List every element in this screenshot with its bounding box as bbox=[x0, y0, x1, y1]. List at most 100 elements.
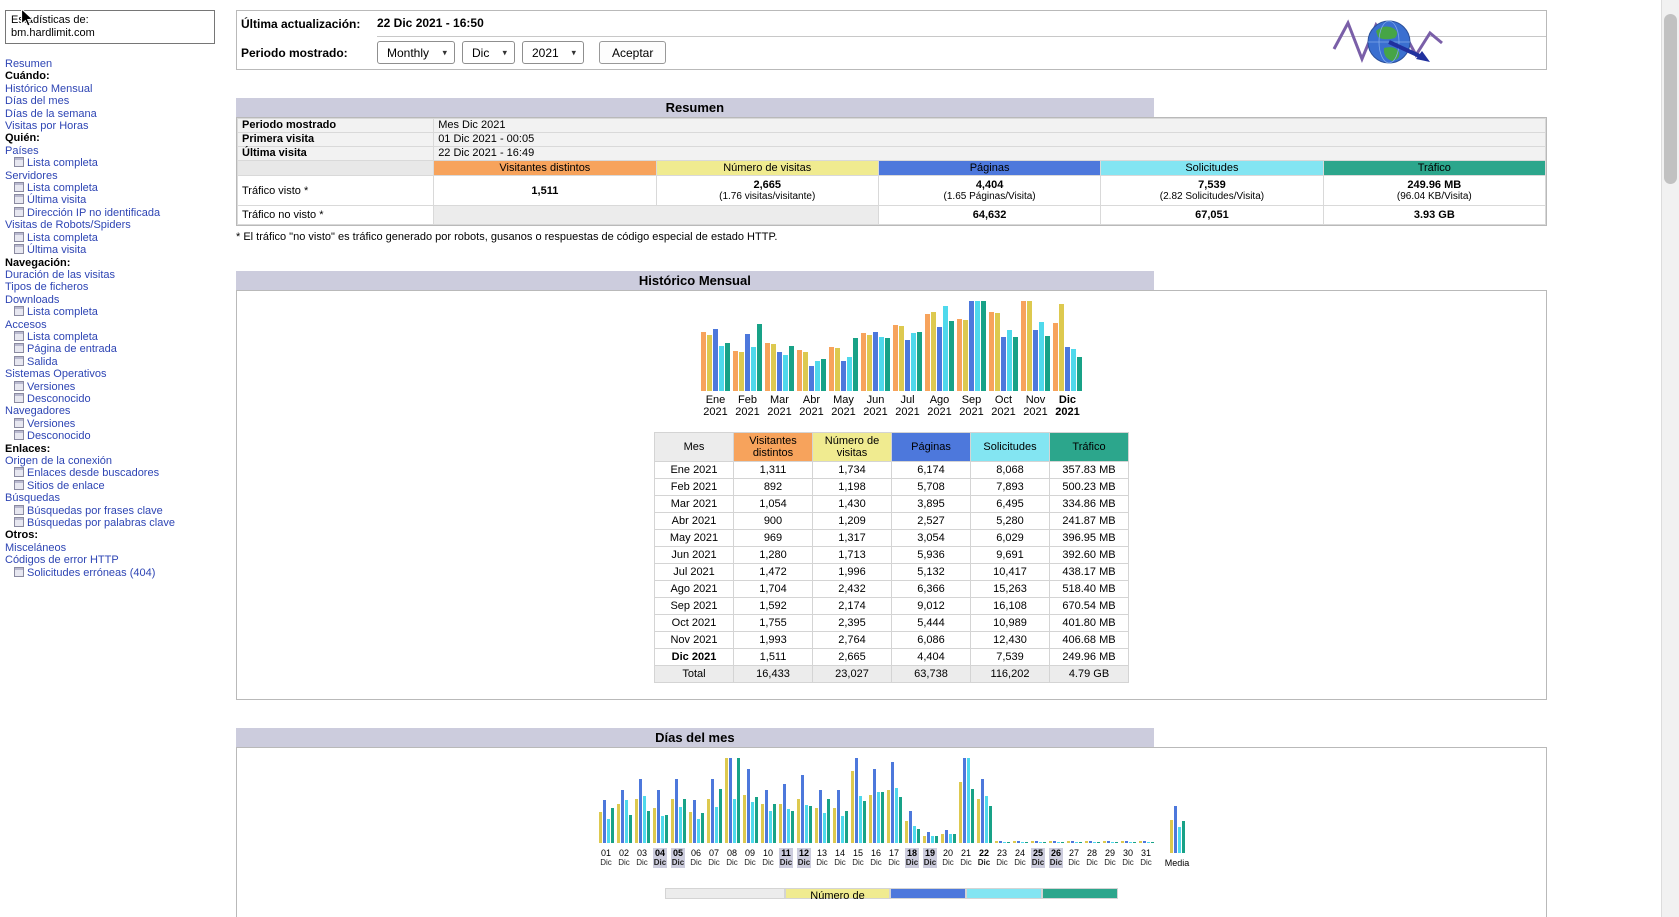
sidebar-item-visitas-por-horas-5[interactable]: Visitas por Horas bbox=[5, 120, 89, 132]
table-icon bbox=[14, 479, 24, 490]
sidebar-item-paises-7[interactable]: Países bbox=[5, 145, 39, 157]
bar-paginas bbox=[746, 769, 750, 843]
sidebar-item-resumen-0[interactable]: Resumen bbox=[5, 58, 52, 70]
sidebar-item-solicitudes-erroneas-404-41[interactable]: Solicitudes erróneas (404) bbox=[27, 567, 155, 579]
sidebar-item-origen-de-la-conexion-32[interactable]: Origen de la conexión bbox=[5, 455, 112, 467]
bar-numero-de-visitas bbox=[1030, 841, 1034, 843]
sidebar-item-sitios-de-enlace-34[interactable]: Sitios de enlace bbox=[27, 480, 105, 492]
sidebar-item-dias-de-la-semana-4[interactable]: Días de la semana bbox=[5, 108, 97, 120]
page-layout: Estadísticas de: bm.hardlimit.com Resume… bbox=[0, 0, 1679, 917]
not-viewed-traffic-label: Tráfico no visto * bbox=[236, 205, 435, 225]
bar-paginas bbox=[777, 352, 782, 391]
sidebar-item-desconocido-27[interactable]: Desconocido bbox=[27, 393, 91, 405]
month-label: Jun 2021 bbox=[863, 394, 888, 418]
summary-info-value: Mes Dic 2021 bbox=[433, 118, 1546, 133]
days-table-header-cell bbox=[890, 888, 966, 899]
days-section-title: Días del mes bbox=[236, 728, 1154, 747]
sidebar-item-tipos-de-ficheros-18[interactable]: Tipos de ficheros bbox=[5, 281, 88, 293]
summary-info-value: 01 Dic 2021 - 00:05 bbox=[433, 132, 1546, 147]
month-cell: Mar 2021 bbox=[654, 495, 734, 513]
scrollbar-thumb[interactable] bbox=[1664, 14, 1677, 184]
sidebar-item-miscelaneos-39[interactable]: Misceláneos bbox=[5, 542, 66, 554]
bar-paginas bbox=[1070, 841, 1074, 843]
sidebar-item-lista-completa-8[interactable]: Lista completa bbox=[27, 157, 98, 169]
sidebar: Estadísticas de: bm.hardlimit.com Resume… bbox=[0, 0, 228, 917]
bar-solicitudes bbox=[1038, 842, 1042, 843]
chart-group-14: 14 Dic bbox=[832, 758, 848, 868]
period-type-select[interactable]: Monthly bbox=[377, 41, 455, 64]
bar-numero-de-visitas bbox=[1066, 841, 1070, 843]
day-label: 26 Dic bbox=[1048, 848, 1064, 868]
monthly-data-row: Dic 2021 1,511 2,665 4,404 7,539 249.96 MB bbox=[654, 648, 1129, 666]
bar-solicitudes bbox=[894, 788, 898, 843]
bar-paginas bbox=[1124, 841, 1128, 843]
value-cell: 1,511 bbox=[733, 648, 813, 666]
sidebar-item-duracion-de-las-visitas-17[interactable]: Duración de las visitas bbox=[5, 269, 115, 281]
bar-solicitudes bbox=[858, 796, 862, 843]
sidebar-item-versiones-29[interactable]: Versiones bbox=[27, 418, 75, 430]
day-label: 06 Dic bbox=[690, 848, 702, 867]
sidebar-item-salida-24[interactable]: Salida bbox=[27, 356, 58, 368]
sidebar-item-desconocido-30[interactable]: Desconocido bbox=[27, 430, 91, 442]
value-cell: 15,263 bbox=[970, 580, 1050, 598]
value-cell: 5,444 bbox=[891, 614, 971, 632]
bar-solicitudes bbox=[1002, 842, 1006, 843]
sidebar-header-cuando: Cuándo: bbox=[5, 70, 50, 83]
bar-numero-de-visitas bbox=[803, 352, 808, 391]
value-cell: 16,108 bbox=[970, 597, 1050, 615]
sidebar-item-versiones-26[interactable]: Versiones bbox=[27, 381, 75, 393]
sidebar-header-otros: Otros: bbox=[5, 529, 38, 542]
bar-trafico bbox=[664, 815, 668, 843]
chart-group-01: 01 Dic bbox=[598, 758, 614, 868]
sidebar-item-lista-completa-20[interactable]: Lista completa bbox=[27, 306, 98, 318]
sidebar-item-lista-completa-14[interactable]: Lista completa bbox=[27, 232, 98, 244]
sidebar-item-sistemas-operativos-25[interactable]: Sistemas Operativos bbox=[5, 368, 106, 380]
sidebar-item-accesos-21[interactable]: Accesos bbox=[5, 319, 47, 331]
bar-paginas bbox=[969, 301, 974, 391]
bar-trafico-mb bbox=[1013, 337, 1018, 391]
bar-paginas bbox=[745, 334, 750, 391]
bar-trafico bbox=[700, 813, 704, 843]
sidebar-item-historico-mensual-2[interactable]: Histórico Mensual bbox=[5, 83, 92, 95]
monthly-section-title: Histórico Mensual bbox=[236, 271, 1154, 290]
site-name: bm.hardlimit.com bbox=[11, 27, 95, 39]
table-icon bbox=[14, 566, 24, 577]
value-cell: 249.96 MB bbox=[1049, 648, 1129, 666]
bar-solicitudes bbox=[822, 813, 826, 843]
sidebar-item-enlaces-desde-buscadores-33[interactable]: Enlaces desde buscadores bbox=[27, 467, 159, 479]
sidebar-item-codigos-de-error-http-40[interactable]: Códigos de error HTTP bbox=[5, 554, 119, 566]
sidebar-item-ultima-visita-11[interactable]: Última visita bbox=[27, 194, 86, 206]
bar-solicitudes bbox=[732, 799, 736, 843]
sidebar-item-servidores-9[interactable]: Servidores bbox=[5, 170, 58, 182]
bar-numero-de-visitas bbox=[814, 808, 818, 843]
bar-solicitudes bbox=[975, 301, 980, 391]
day-label: 24 Dic bbox=[1014, 848, 1026, 867]
awstats-logo-icon bbox=[1332, 19, 1443, 64]
sidebar-item-busquedas-por-frases-clave-36[interactable]: Búsquedas por frases clave bbox=[27, 505, 163, 517]
day-label: 14 Dic bbox=[834, 848, 846, 867]
day-label: 03 Dic bbox=[636, 848, 648, 867]
sidebar-item-busquedas-por-palabras-clave-37[interactable]: Búsquedas por palabras clave bbox=[27, 517, 175, 529]
value-cell: 2,665 bbox=[812, 648, 892, 666]
day-label: 13 Dic bbox=[816, 848, 828, 867]
period-month-select[interactable]: Dic bbox=[462, 41, 515, 64]
vertical-scrollbar[interactable] bbox=[1661, 0, 1679, 917]
accept-button[interactable]: Aceptar bbox=[599, 41, 667, 64]
sidebar-item-lista-completa-10[interactable]: Lista completa bbox=[27, 182, 98, 194]
bar-paginas bbox=[836, 790, 840, 843]
sidebar-item-visitas-de-robots-spiders-13[interactable]: Visitas de Robots/Spiders bbox=[5, 219, 131, 231]
sidebar-item-pagina-de-entrada-23[interactable]: Página de entrada bbox=[27, 343, 117, 355]
sidebar-item-dias-del-mes-3[interactable]: Días del mes bbox=[5, 95, 69, 107]
bar-paginas bbox=[602, 800, 606, 843]
sidebar-item-downloads-19[interactable]: Downloads bbox=[5, 294, 59, 306]
bar-solicitudes bbox=[660, 816, 664, 843]
not-viewed-empty-cell bbox=[433, 205, 879, 225]
bar-trafico-mb bbox=[725, 343, 730, 391]
period-year-select[interactable]: 2021 bbox=[522, 41, 584, 64]
sidebar-item-ultima-visita-15[interactable]: Última visita bbox=[27, 244, 86, 256]
sidebar-item-busquedas-35[interactable]: Búsquedas bbox=[5, 492, 60, 504]
sidebar-item-direccion-ip-no-identificada-12[interactable]: Dirección IP no identificada bbox=[27, 207, 160, 219]
sidebar-item-navegadores-28[interactable]: Navegadores bbox=[5, 405, 70, 417]
sidebar-item-lista-completa-22[interactable]: Lista completa bbox=[27, 331, 98, 343]
bar-trafico bbox=[808, 806, 812, 843]
